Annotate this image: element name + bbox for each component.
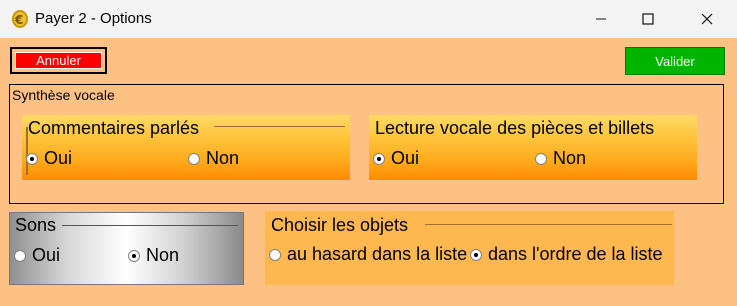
valider-button[interactable]: Valider (625, 47, 725, 75)
maximize-icon (642, 13, 654, 25)
close-button[interactable] (684, 0, 730, 38)
radio-indicator (269, 248, 281, 261)
radio-label: Oui (32, 245, 61, 265)
title-bar: € Payer 2 - Options (0, 0, 737, 38)
commentaires-non-radio[interactable]: Non (188, 148, 239, 169)
lecture-oui-radio[interactable]: Oui (373, 148, 419, 169)
radio-indicator (535, 152, 547, 165)
radio-label: Non (206, 148, 240, 168)
euro-coin-icon: € (11, 9, 29, 29)
close-icon (701, 13, 713, 25)
radio-label: Non (553, 148, 587, 168)
radio-label: Oui (391, 148, 420, 168)
sons-title: Sons (15, 215, 57, 235)
radio-selected-indicator (373, 152, 385, 165)
lecture-group: Lecture vocale des pièces et billets Oui… (369, 115, 697, 180)
commentaires-oui-radio[interactable]: Oui (26, 148, 72, 169)
radio-label: au hasard dans la liste (287, 244, 468, 264)
radio-selected-indicator (128, 249, 140, 262)
radio-indicator (14, 249, 26, 262)
minimize-icon (595, 13, 607, 25)
lecture-non-radio[interactable]: Non (535, 148, 586, 169)
synthese-vocale-label: Synthèse vocale (12, 87, 115, 103)
maximize-button[interactable] (625, 0, 671, 38)
annuler-label: Annuler (15, 52, 102, 69)
annuler-button[interactable]: Annuler (10, 47, 107, 74)
objets-title: Choisir les objets (271, 215, 409, 235)
radio-selected-indicator (470, 248, 482, 261)
minimize-button[interactable] (578, 0, 624, 38)
radio-selected-indicator (26, 152, 38, 165)
radio-label: Oui (44, 148, 73, 168)
radio-label: dans l'ordre de la liste (488, 244, 663, 264)
lecture-title: Lecture vocale des pièces et billets (375, 118, 655, 138)
objets-group: Choisir les objets au hasard dans la lis… (265, 211, 674, 285)
sons-group: Sons Oui Non (9, 212, 244, 285)
options-window: € Payer 2 - Options Annuler Valider Synt… (0, 0, 737, 306)
svg-text:€: € (14, 13, 23, 27)
window-title: Payer 2 - Options (35, 10, 152, 27)
sons-non-radio[interactable]: Non (128, 245, 179, 266)
radio-indicator (188, 152, 200, 165)
radio-label: Non (146, 245, 180, 265)
objets-ordre-radio[interactable]: dans l'ordre de la liste (470, 244, 670, 265)
commentaires-title: Commentaires parlés (28, 118, 200, 138)
commentaires-group: Commentaires parlés Oui Non (22, 115, 350, 180)
objets-hasard-radio[interactable]: au hasard dans la liste (269, 244, 469, 265)
sons-oui-radio[interactable]: Oui (14, 245, 60, 266)
